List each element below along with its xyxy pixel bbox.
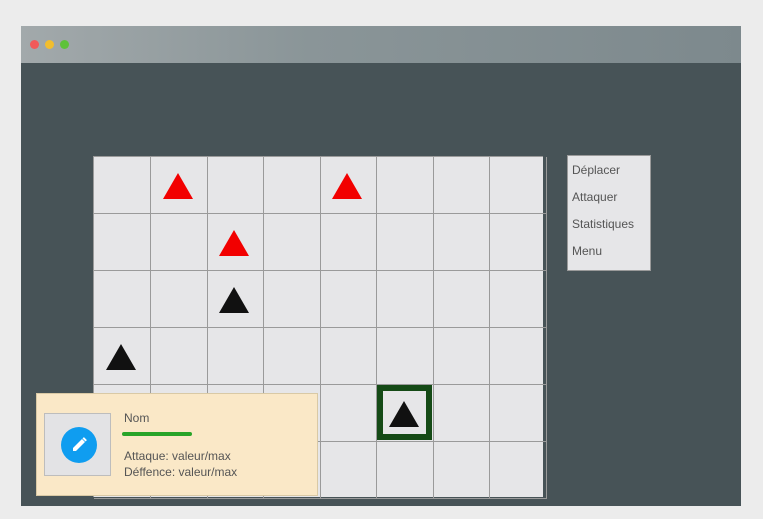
board-cell[interactable] [376,271,434,328]
action-menu: Déplacer Attaquer Statistiques Menu [567,155,651,271]
maximize-icon[interactable] [60,40,69,49]
board-cell[interactable] [376,442,434,499]
board-cell[interactable] [150,214,208,271]
board-cell[interactable] [320,328,377,385]
unit-info-panel: Nom Attaque: valeur/max Déffence: valeur… [36,393,318,496]
board-cell[interactable] [489,385,547,442]
board-cell[interactable] [320,271,377,328]
board-cell[interactable] [320,214,377,271]
board-cell[interactable] [150,328,208,385]
menu-item-menu[interactable]: Menu [572,244,602,258]
board-cell[interactable] [263,214,321,271]
title-bar [21,26,741,63]
board-cell[interactable] [489,157,547,214]
board-cell[interactable] [376,214,434,271]
board-cell[interactable] [489,214,547,271]
board-cell[interactable] [263,157,321,214]
unit-portrait [44,413,111,476]
board-cell[interactable] [433,385,490,442]
board-cell[interactable] [263,328,321,385]
defense-stat: Déffence: valeur/max [124,465,238,479]
board-cell[interactable] [94,271,151,328]
board-cell[interactable] [207,328,264,385]
board-cell[interactable] [94,214,151,271]
enemy-unit-icon[interactable] [162,172,193,199]
board-cell[interactable] [207,157,264,214]
menu-item-deplacer[interactable]: Déplacer [572,163,620,177]
pencil-icon [73,437,87,451]
player-unit-icon[interactable] [219,286,250,313]
player-unit-icon[interactable] [388,400,419,427]
player-unit-icon[interactable] [106,343,137,370]
enemy-unit-icon[interactable] [219,229,250,256]
board-cell[interactable] [376,328,434,385]
board-cell[interactable] [320,385,377,442]
board-cell[interactable] [150,271,208,328]
attack-stat: Attaque: valeur/max [124,449,231,463]
edit-button[interactable] [61,427,97,463]
health-bar [122,432,192,436]
menu-item-attaquer[interactable]: Attaquer [572,190,617,204]
board-cell[interactable] [489,442,547,499]
unit-name: Nom [124,411,150,425]
close-icon[interactable] [30,40,39,49]
board-cell[interactable] [94,157,151,214]
board-cell[interactable] [433,328,490,385]
board-cell[interactable] [263,271,321,328]
menu-item-statistiques[interactable]: Statistiques [572,217,634,231]
minimize-icon[interactable] [45,40,54,49]
board-cell[interactable] [433,214,490,271]
board-cell[interactable] [489,328,547,385]
board-cell[interactable] [376,157,434,214]
board-cell[interactable] [433,442,490,499]
board-cell[interactable] [320,442,377,499]
board-cell[interactable] [489,271,547,328]
board-cell[interactable] [433,157,490,214]
board-cell[interactable] [433,271,490,328]
enemy-unit-icon[interactable] [332,172,363,199]
